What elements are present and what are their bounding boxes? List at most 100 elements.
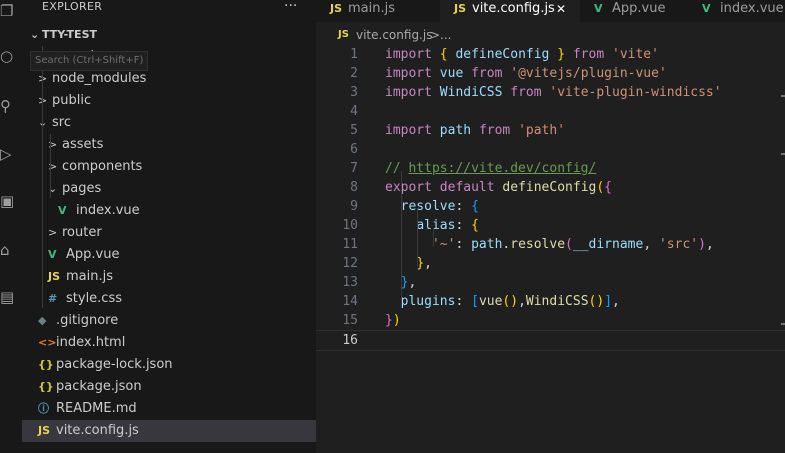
run-debug-icon[interactable]: ▷ [0, 146, 14, 162]
code-line[interactable]: 16 [316, 330, 785, 351]
code-token: } [557, 47, 566, 62]
file-readme-md[interactable]: ⓘ README.md [22, 398, 316, 420]
code-line[interactable]: 2 import vue from '@vitejs/plugin-vue' [316, 64, 785, 83]
folder-router[interactable]: > router [22, 222, 316, 244]
code-line[interactable]: 1 import { defineConfig } from 'vite' [316, 45, 785, 64]
explorer-sidebar: EXPLORER ··· ⌄TTY-TEST >.vscode>node_mod… [22, 0, 316, 453]
code-token: resolve [510, 237, 566, 252]
code-token: , [612, 294, 620, 309]
vue-icon: V [48, 248, 57, 261]
code-line[interactable]: 6 [316, 140, 785, 159]
file-app-vue[interactable]: V App.vue [22, 244, 316, 266]
code-text: import path from 'path' [385, 121, 565, 140]
folder-components[interactable]: > components [22, 156, 316, 178]
code-line[interactable]: 11 '~': path.resolve(__dirname, 'src'), [316, 235, 785, 254]
breadcrumb-file[interactable]: vite.config.js [356, 26, 432, 44]
code-token: ] [604, 294, 613, 309]
code-token: , [518, 294, 526, 309]
ellipsis-icon[interactable]: ··· [284, 0, 297, 14]
line-number: 5 [350, 123, 358, 138]
search-icon[interactable]: ○ [0, 48, 14, 64]
code-token: } [385, 313, 393, 328]
source-control-icon[interactable]: ⚲ [0, 98, 14, 114]
tab-vite-config-js[interactable]: JS vite.config.js ✕ [440, 0, 581, 22]
tree-item-label: components [62, 159, 143, 174]
code-line[interactable]: 13 }, [316, 273, 785, 292]
code-line[interactable]: 10 alias: { [316, 216, 785, 235]
code-text: '~': path.resolve(__dirname, 'src'), [385, 235, 714, 254]
tab-main-js[interactable]: JS main.js [316, 0, 441, 22]
line-number: 10 [342, 218, 358, 233]
code-token: ( [596, 180, 605, 195]
extensions-icon[interactable]: ▣ [0, 193, 14, 209]
close-icon[interactable]: ✕ [556, 0, 566, 18]
code-line[interactable]: 7 // https://vite.dev/config/ [316, 159, 785, 178]
code-token: { [604, 180, 612, 195]
code-line[interactable]: 4 [316, 102, 785, 121]
code-line[interactable]: 5 import path from 'path' [316, 121, 785, 140]
folder-assets[interactable]: > assets [22, 134, 316, 156]
activity-bar: ❐ ○ ⚲ ▷ ▣ ⌂ ▤ [0, 0, 22, 453]
code-token: from [510, 85, 542, 100]
code-line[interactable]: 8 export default defineConfig({ [316, 178, 785, 197]
indent-guide [401, 171, 402, 304]
code-line[interactable]: 12 }, [316, 254, 785, 273]
code-line[interactable]: 15}) [316, 311, 785, 330]
tab-app-vue[interactable]: V App.vue [580, 0, 689, 22]
tree-item-label: node_modules [52, 71, 147, 86]
line-number: 13 [342, 275, 358, 290]
chevron-right-icon: > [48, 226, 58, 239]
indent-guide [433, 228, 434, 247]
file-index-html[interactable]: <> index.html [22, 332, 316, 354]
code-token: , [705, 237, 714, 252]
file-vite-config-js[interactable]: JS vite.config.js [22, 420, 316, 442]
folder-src[interactable]: ⌄src [22, 112, 316, 134]
code-token: '@vitejs/plugin-vue' [510, 66, 667, 81]
explorer-icon[interactable]: ❐ [0, 3, 14, 19]
js-icon: JS [330, 2, 343, 15]
remote-icon[interactable]: ⌂ [0, 242, 14, 258]
line-number: 15 [342, 313, 358, 328]
code-token: https://vite.dev/config/ [408, 161, 597, 176]
code-line[interactable]: 14 plugins: [vue(),WindiCSS()], [316, 292, 785, 311]
file-package-json[interactable]: {} package.json [22, 376, 316, 398]
file-package-lock-json[interactable]: {} package-lock.json [22, 354, 316, 376]
file-index-vue[interactable]: Vindex.vue [22, 200, 316, 222]
tab-index-vue[interactable]: Vindex.vue [688, 0, 785, 22]
folder-node-modules[interactable]: >node_modules [22, 68, 316, 90]
indent-guide [417, 209, 418, 266]
file-style-css[interactable]: # style.css [22, 288, 316, 310]
code-token: resolve [400, 199, 456, 214]
vue-icon: V [58, 204, 67, 217]
code-token: ) [392, 313, 401, 328]
js-icon: JS [48, 270, 61, 283]
indent-guide [42, 46, 43, 308]
chevron-right-icon: > [430, 28, 441, 42]
code-token: __dirname [572, 237, 644, 252]
minimap-mark [781, 153, 785, 155]
code-token: from [471, 66, 503, 81]
code-token: import [385, 123, 432, 138]
file-gitignore[interactable]: ◆ .gitignore [22, 310, 316, 332]
line-number: 12 [342, 256, 358, 271]
testing-icon[interactable]: ▤ [0, 289, 14, 305]
root-folder[interactable]: ⌄ TTY-TEST [30, 25, 97, 45]
editor-area: JS main.js JS vite.config.js ✕ V App.vue Vindex… [316, 0, 785, 453]
code-token: : [455, 218, 472, 233]
folder-pages[interactable]: ⌄ pages [22, 178, 316, 200]
code-token: import [385, 66, 432, 81]
code-line[interactable]: 3 import WindiCSS from 'vite-plugin-windi… [316, 83, 785, 102]
breadcrumb-more[interactable]: ... [440, 26, 451, 44]
file-main-js[interactable]: JS main.js [22, 266, 316, 288]
folder-public[interactable]: >public [22, 90, 316, 112]
tree-item-label: main.js [66, 269, 113, 284]
code-line[interactable]: 9 resolve: { [316, 197, 785, 216]
json-icon: {} [38, 358, 54, 371]
